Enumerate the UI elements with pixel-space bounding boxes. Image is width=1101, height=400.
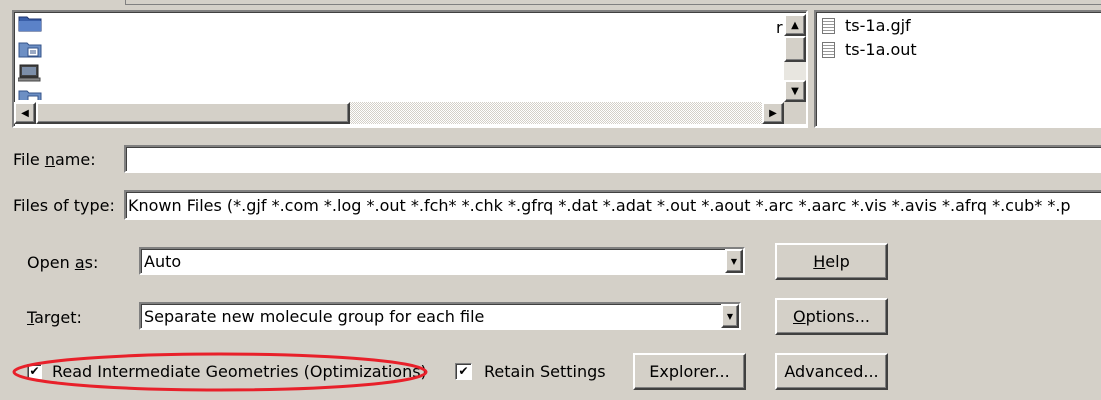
target-value: Separate new molecule group for each fil…	[144, 307, 485, 326]
clipped-column-text: r	[776, 18, 783, 37]
open-as-dropdown-button[interactable]: ▼	[725, 249, 743, 273]
open-as-dropdown[interactable]: Auto ▼	[139, 247, 745, 275]
target-label: Target:	[27, 308, 82, 327]
retain-settings-label: Retain Settings	[484, 362, 606, 381]
scroll-left-icon: ◀	[21, 107, 29, 119]
read-intermediate-label: Read Intermediate Geometries (Optimizati…	[52, 362, 427, 381]
target-dropdown-button[interactable]: ▼	[721, 304, 739, 328]
advanced-button[interactable]: Advanced...	[775, 353, 888, 390]
horizontal-scroll-thumb[interactable]	[36, 102, 350, 124]
horizontal-scrollbar[interactable]: ◀ ▶	[14, 102, 784, 124]
retain-settings-checkbox-row[interactable]: ✔ Retain Settings	[455, 362, 606, 381]
file-name-input[interactable]	[124, 145, 1101, 173]
file-list-item[interactable]: ts-1a.out	[822, 40, 917, 59]
target-dropdown[interactable]: Separate new molecule group for each fil…	[139, 302, 741, 330]
scroll-down-button[interactable]: ▼	[784, 80, 806, 102]
scroll-corner	[784, 102, 806, 124]
folder-list-item[interactable]	[17, 64, 42, 86]
help-button[interactable]: Help	[775, 243, 888, 280]
scroll-left-button[interactable]: ◀	[14, 102, 36, 124]
scroll-up-button[interactable]: ▲	[784, 14, 806, 36]
options-button[interactable]: Options...	[775, 298, 888, 335]
network-folder-icon	[18, 42, 42, 58]
chevron-down-icon: ▼	[730, 256, 738, 266]
file-name-text: ts-1a.out	[845, 40, 917, 59]
file-list-item[interactable]: ts-1a.gjf	[822, 16, 911, 35]
folder-icon	[18, 16, 42, 32]
files-of-type-label: Files of type:	[13, 196, 115, 215]
scroll-right-button[interactable]: ▶	[762, 102, 784, 124]
document-icon	[822, 41, 835, 58]
folder-list-item[interactable]	[18, 88, 42, 100]
explorer-button[interactable]: Explorer...	[633, 353, 746, 390]
scroll-up-icon: ▲	[791, 19, 799, 31]
read-intermediate-checkbox-row[interactable]: ✔ Read Intermediate Geometries (Optimiza…	[27, 362, 427, 381]
files-of-type-value: Known Files (*.gjf *.com *.log *.out *.f…	[128, 196, 1071, 215]
read-intermediate-checkbox[interactable]: ✔	[27, 364, 42, 379]
computer-icon	[17, 64, 41, 82]
file-list-pane[interactable]: ts-1a.gjf ts-1a.out	[814, 10, 1101, 128]
folder-list-item[interactable]	[18, 40, 42, 62]
files-of-type-combobox[interactable]: Known Files (*.gjf *.com *.log *.out *.f…	[124, 190, 1101, 220]
retain-settings-checkbox[interactable]: ✔	[455, 363, 472, 380]
open-as-label: Open as:	[27, 253, 99, 272]
open-as-value: Auto	[144, 252, 182, 271]
scroll-right-icon: ▶	[769, 107, 777, 119]
folder-list-item[interactable]	[18, 14, 42, 36]
scroll-thumb[interactable]	[784, 36, 806, 62]
chevron-down-icon: ▼	[726, 311, 734, 321]
network-folder-icon	[18, 90, 42, 100]
file-name-text: ts-1a.gjf	[845, 16, 911, 35]
document-icon	[822, 17, 835, 34]
folder-pane[interactable]: r ▲ ▼ ◀ ▶	[12, 10, 808, 128]
vertical-scrollbar[interactable]: ▲ ▼	[784, 14, 806, 102]
scroll-down-icon: ▼	[791, 85, 799, 97]
top-separator	[125, 0, 1101, 5]
file-name-label: File name:	[13, 150, 96, 169]
